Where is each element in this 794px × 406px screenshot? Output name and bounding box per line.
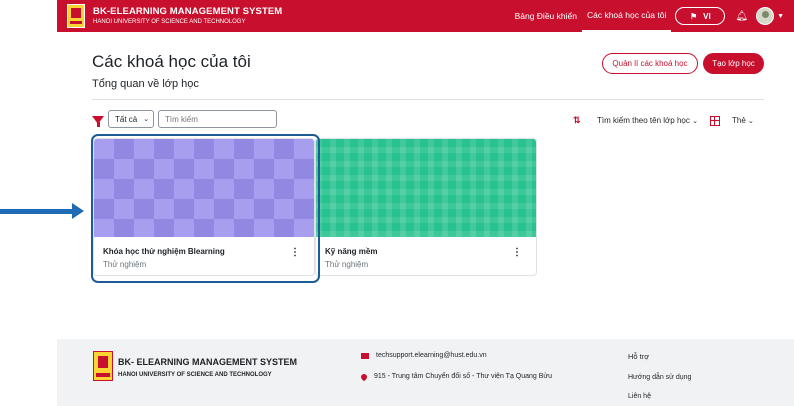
divider (92, 99, 764, 100)
location-pin-icon (359, 372, 369, 381)
chevron-down-icon: ⌄ (748, 118, 754, 125)
sort-label: Tìm kiếm theo tên lớp học (597, 116, 690, 125)
left-gutter (0, 0, 57, 406)
page-title: Các khoá học của tôi (92, 52, 251, 71)
chevron-down-icon: ⌄ (143, 116, 150, 123)
page-subtitle: Tổng quan về lớp học (92, 78, 199, 90)
annotation-arrow-icon (72, 203, 84, 219)
grid-icon[interactable] (710, 116, 720, 126)
footer-address: 915 - Trung tâm Chuyển đổi số - Thư viện… (359, 372, 552, 381)
chevron-down-icon[interactable]: ▼ (777, 13, 784, 20)
annotation-arrow-shaft (0, 209, 74, 214)
footer-link-guide[interactable]: Hướng dẫn sử dụng (628, 374, 691, 381)
bell-icon[interactable]: 🔔︎ (735, 11, 748, 22)
course-image[interactable] (316, 139, 536, 237)
view-label: Thẻ (732, 116, 746, 125)
footer-email[interactable]: techsupport.elearning@hust.edu.vn (361, 352, 487, 359)
hust-logo-icon[interactable] (67, 4, 85, 28)
footer-email-text: techsupport.elearning@hust.edu.vn (376, 352, 487, 359)
grouping-select-value: Tất cả (115, 114, 138, 124)
more-options-icon[interactable]: ⋮ (512, 248, 522, 258)
sort-icon[interactable]: ⇅ (573, 115, 581, 126)
sort-dropdown[interactable]: Tìm kiếm theo tên lớp học ⌄ (597, 116, 698, 125)
search-input[interactable] (158, 110, 277, 128)
manage-courses-button[interactable]: Quản lí các khoá học (602, 53, 698, 74)
footer-brand-title: BK- ELEARNING MANAGEMENT SYSTEM (118, 357, 298, 367)
footer-address-text: 915 - Trung tâm Chuyển đổi số - Thư viện… (374, 373, 552, 380)
view-dropdown[interactable]: Thẻ ⌄ (732, 116, 754, 125)
avatar[interactable] (756, 7, 775, 25)
course-card[interactable]: Kỹ năng mềm Thử nghiệm ⋮ (315, 138, 537, 276)
footer-support-heading: Hỗ trợ (628, 352, 650, 361)
course-category: Thử nghiệm (325, 260, 369, 269)
language-label: VI (703, 11, 711, 21)
nav-dashboard[interactable]: Bảng Điều khiển (510, 0, 582, 32)
brand[interactable]: BK-ELEARNING MANAGEMENT SYSTEM HANOI UNI… (93, 6, 282, 25)
grouping-select[interactable]: Tất cả ⌄ (108, 110, 154, 128)
flag-icon: ⚑ (689, 11, 698, 21)
chevron-down-icon: ⌄ (692, 118, 698, 125)
nav-links: Bảng Điều khiển Các khoá học của tôi ⚑ V… (510, 0, 794, 32)
footer: BK- ELEARNING MANAGEMENT SYSTEM HANOI UN… (57, 339, 794, 406)
create-class-button[interactable]: Tạo lớp học (703, 53, 764, 74)
language-button[interactable]: ⚑ VI (675, 7, 726, 25)
footer-brand-subtitle: HANOI UNIVERSITY OF SCIENCE AND TECHNOLO… (118, 372, 272, 378)
brand-subtitle: HANOI UNIVERSITY OF SCIENCE AND TECHNOLO… (93, 19, 246, 25)
page: BK-ELEARNING MANAGEMENT SYSTEM HANOI UNI… (0, 0, 794, 406)
mail-icon (361, 352, 369, 359)
nav-my-courses[interactable]: Các khoá học của tôi (581, 0, 672, 32)
top-navbar: BK-ELEARNING MANAGEMENT SYSTEM HANOI UNI… (57, 0, 794, 32)
course-name[interactable]: Kỹ năng mềm (325, 247, 377, 256)
footer-logo-icon (93, 351, 113, 381)
filter-icon (92, 116, 104, 127)
annotation-highlight-box (91, 134, 320, 283)
footer-link-contact[interactable]: Liên hệ (628, 393, 651, 400)
brand-title: BK-ELEARNING MANAGEMENT SYSTEM (93, 6, 283, 17)
